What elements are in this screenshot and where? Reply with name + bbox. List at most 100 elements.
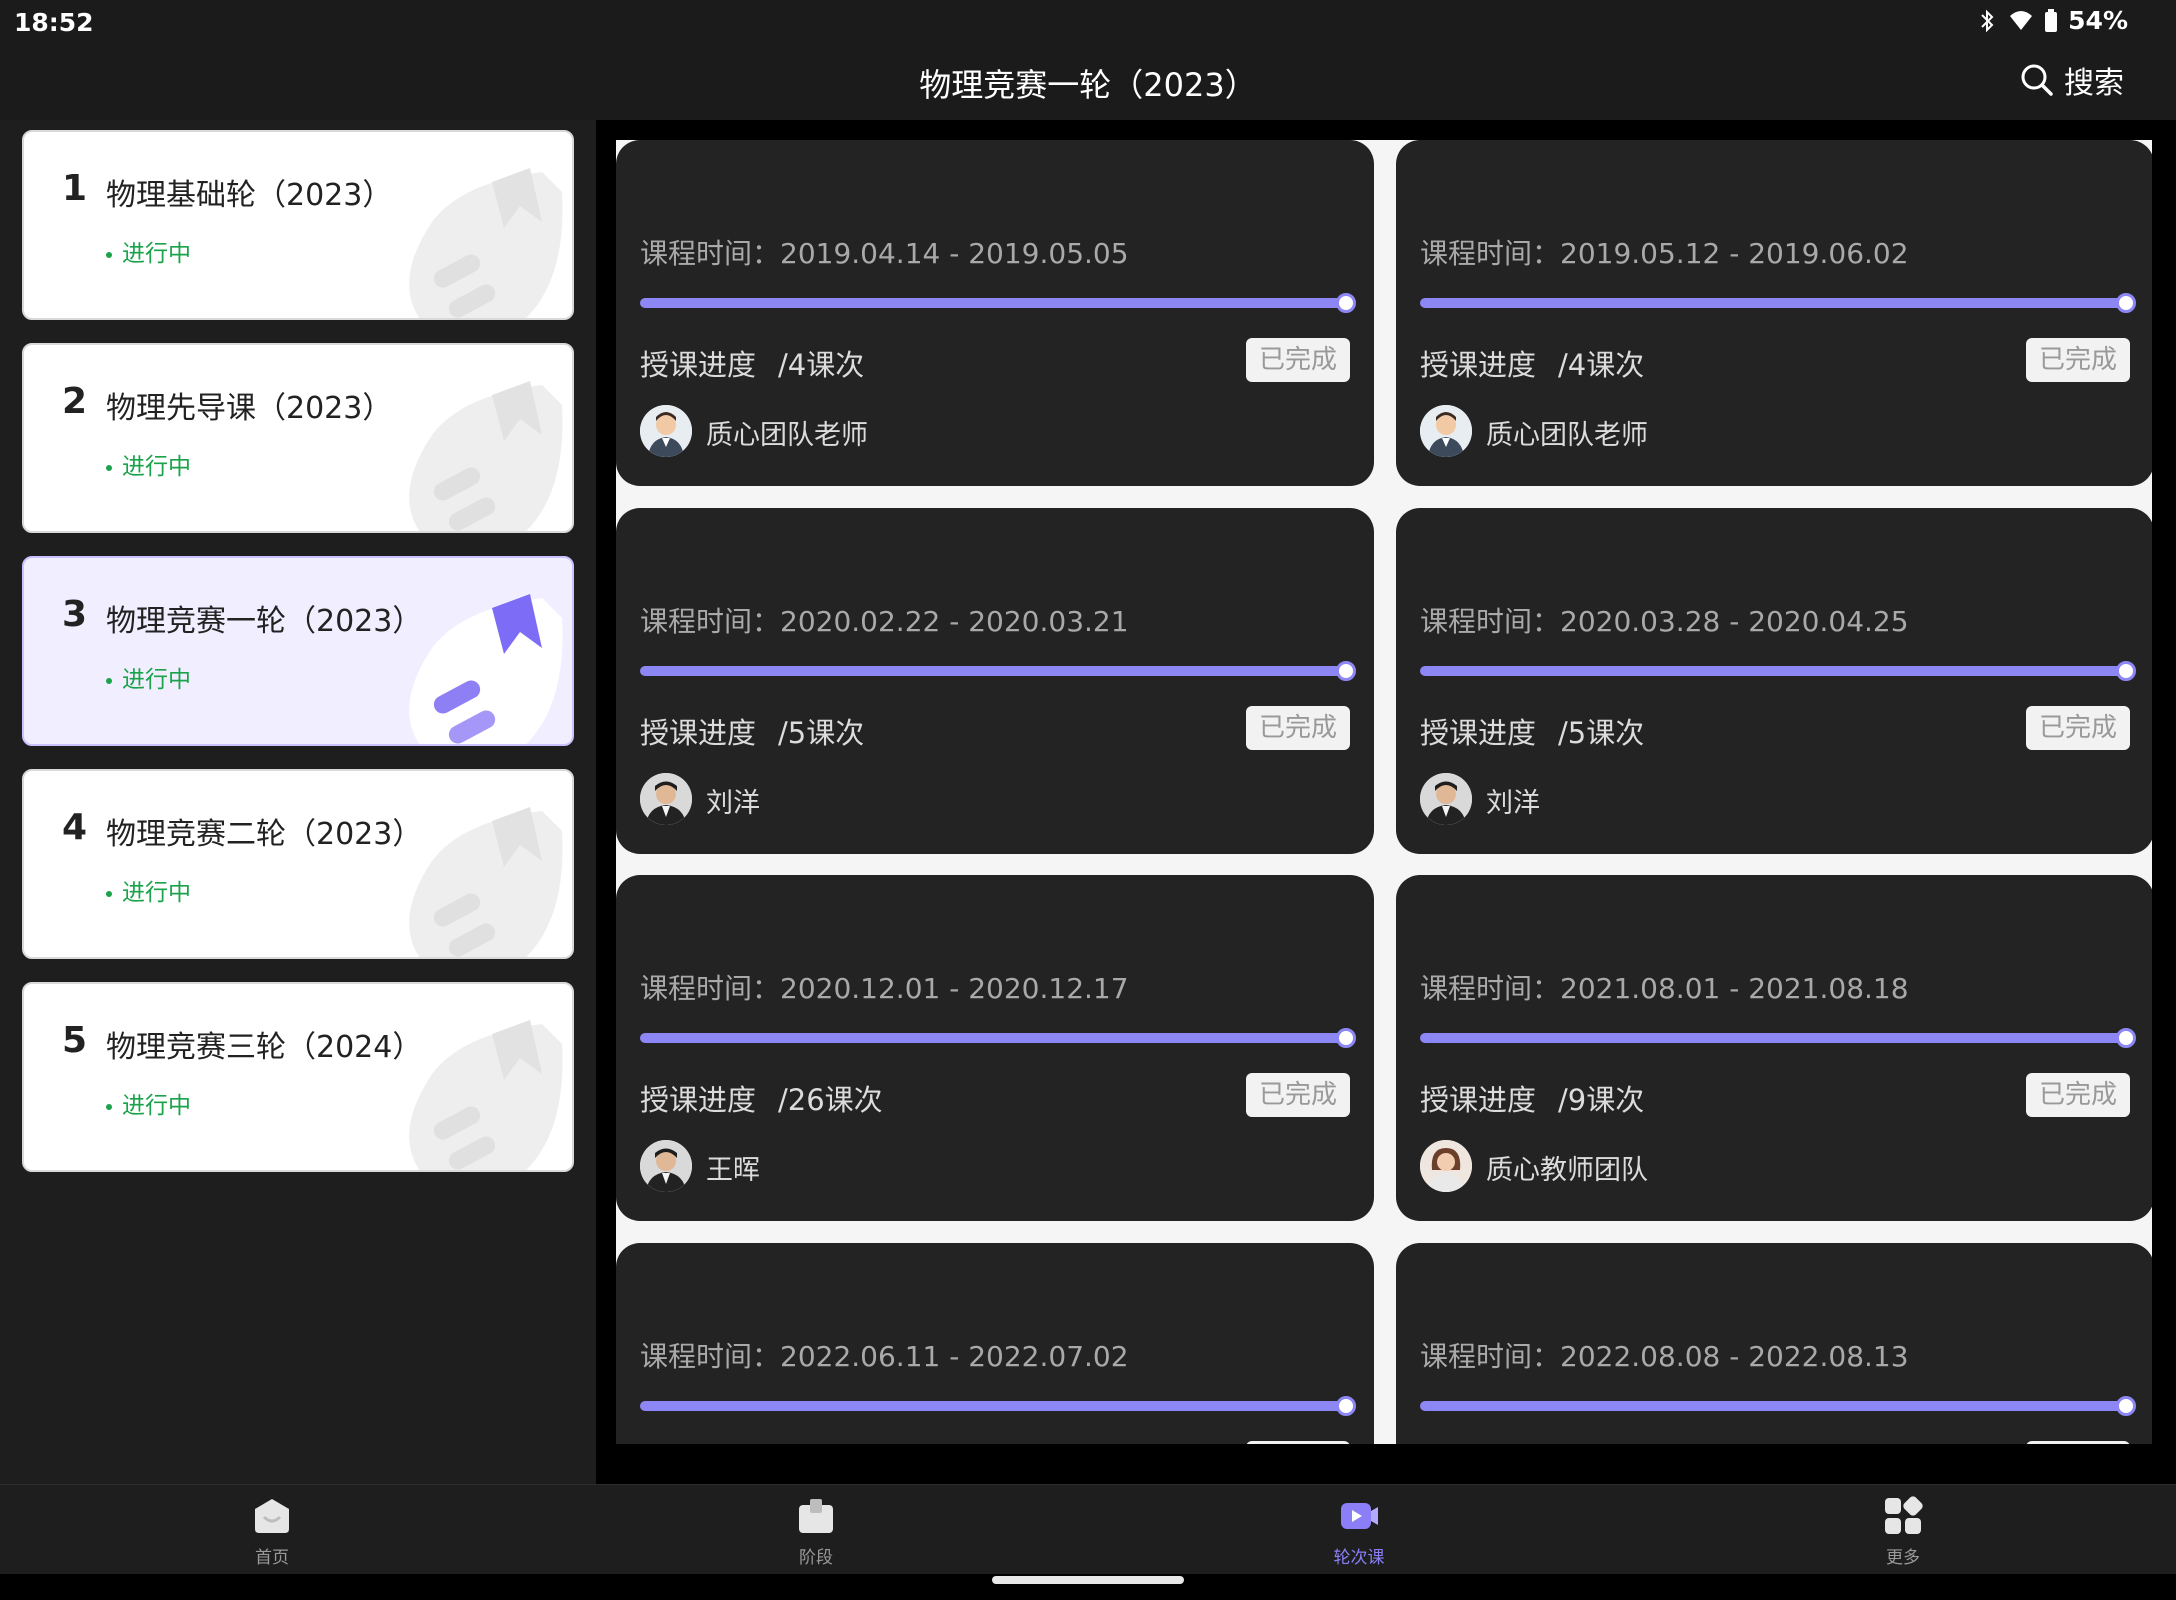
stage-name: 物理竞赛二轮（2023）	[106, 817, 423, 852]
progress-bar	[1420, 298, 2126, 308]
gesture-handle[interactable]	[992, 1576, 1184, 1584]
course-time: 课程时间：2021.08.01 - 2021.08.18	[1420, 972, 1909, 1005]
course-card[interactable]: 课程时间：2022.08.08 - 2022.08.13授课进度/6课次已完成	[1396, 1243, 2152, 1444]
progress-label: 授课进度	[640, 716, 757, 750]
completed-badge: 已完成	[2026, 706, 2130, 750]
course-time: 课程时间：2020.12.01 - 2020.12.17	[640, 972, 1129, 1005]
course-card[interactable]: 课程时间：2019.05.12 - 2019.06.02 授课进度/4课次 已完成质…	[1396, 140, 2152, 486]
stage-number: 1	[62, 168, 88, 209]
round-course-icon	[1341, 1503, 1378, 1529]
wifi-icon	[2010, 10, 2033, 30]
nav-more[interactable]: 更多	[1843, 1495, 1963, 1568]
stage-item-2[interactable]: 2 物理先导课（2023） 进行中	[22, 343, 574, 533]
nav-home[interactable]: 首页	[212, 1495, 332, 1568]
stage-item-4[interactable]: 4 物理竞赛二轮（2023） 进行中	[22, 769, 574, 959]
course-time: 课程时间：2019.04.14 - 2019.05.05	[640, 237, 1129, 270]
course-card[interactable]: 课程时间：2019.04.14 - 2019.05.05 授课进度/4课次 已完成质…	[616, 140, 1374, 486]
teacher-avatar	[1420, 1140, 1472, 1192]
course-card[interactable]: 课程时间：2020.12.01 - 2020.12.17 授课进度/26课次 已完成…	[616, 875, 1374, 1221]
progress-bar	[640, 298, 1346, 308]
teacher-name: 质心教师团队	[1486, 1155, 1648, 1186]
course-card[interactable]: 课程时间：2022.06.11 - 2022.07.02授课进度/4课次已完成	[616, 1243, 1374, 1444]
teacher-name: 质心团队老师	[1486, 420, 1648, 451]
teacher-avatar	[1420, 773, 1472, 825]
teacher-name: 刘洋	[1486, 788, 1540, 819]
app-root: 18:52 54% 物理竞赛一轮（2023） 搜索 1 物理基础轮（2023） …	[0, 0, 2176, 1600]
status-icons: 54%	[1976, 6, 2128, 35]
teacher-name: 质心团队老师	[706, 420, 868, 451]
search-label: 搜索	[2064, 66, 2124, 101]
stage-icon	[799, 1499, 833, 1533]
course-card[interactable]: 课程时间：2021.08.01 - 2021.08.18 授课进度/9课次 已完成质…	[1396, 875, 2152, 1221]
lesson-count: /4课次	[1558, 348, 1645, 382]
stage-item-5[interactable]: 5 物理竞赛三轮（2024） 进行中	[22, 982, 574, 1172]
lesson-count: /5课次	[1558, 716, 1645, 750]
stage-status: 进行中	[106, 1086, 191, 1120]
more-icon	[1885, 1496, 1923, 1534]
lesson-count: /9课次	[1558, 1083, 1645, 1117]
search-icon	[2021, 64, 2053, 96]
completed-badge: 已完成	[1246, 1073, 1350, 1117]
search-button[interactable]: 搜索	[2020, 58, 2124, 102]
teacher-avatar	[640, 1140, 692, 1192]
stage-status: 进行中	[106, 447, 191, 481]
bookmark-deco-icon	[409, 594, 563, 744]
completed-badge: 已完成	[2026, 1073, 2130, 1117]
course-card[interactable]: 课程时间：2020.02.22 - 2020.03.21 授课进度/5课次 已完成刘…	[616, 508, 1374, 854]
course-time: 课程时间：2022.08.08 - 2022.08.13	[1420, 1340, 1909, 1373]
progress-bar	[640, 1033, 1346, 1043]
completed-badge: 已完成	[2026, 1441, 2130, 1444]
course-time: 课程时间：2020.02.22 - 2020.03.21	[640, 605, 1129, 638]
progress-label: 授课进度	[1420, 348, 1537, 382]
progress-label: 授课进度	[1420, 1083, 1537, 1117]
bottom-navigation: 首页 阶段 轮次课 更多	[0, 1484, 2176, 1574]
progress-knob	[2116, 661, 2136, 681]
stage-status: 进行中	[106, 873, 191, 907]
top-header: 物理竞赛一轮（2023） 搜索	[0, 44, 2176, 120]
stage-name: 物理竞赛一轮（2023）	[106, 604, 423, 639]
stage-name: 物理先导课（2023）	[106, 391, 393, 426]
stage-number: 3	[62, 594, 88, 635]
lesson-count: /26课次	[778, 1083, 883, 1117]
battery-icon	[2045, 8, 2058, 32]
stage-sidebar: 1 物理基础轮（2023） 进行中 2 物理先导课（2023） 进行中 3 物理…	[0, 120, 596, 1484]
progress-bar	[640, 1401, 1346, 1411]
completed-badge: 已完成	[1246, 706, 1350, 750]
stage-name: 物理竞赛三轮（2024）	[106, 1030, 423, 1065]
progress-knob	[1336, 1028, 1356, 1048]
nav-label: 轮次课	[1333, 1548, 1385, 1568]
course-content: 课程时间：2019.04.14 - 2019.05.05 授课进度/4课次 已完成质…	[596, 120, 2176, 1484]
nav-round-course[interactable]: 轮次课	[1299, 1495, 1419, 1568]
stage-item-1[interactable]: 1 物理基础轮（2023） 进行中	[22, 130, 574, 320]
nav-stage[interactable]: 阶段	[756, 1495, 876, 1568]
course-time: 课程时间：2022.06.11 - 2022.07.02	[640, 1340, 1129, 1373]
completed-badge: 已完成	[1246, 338, 1350, 382]
course-time: 课程时间：2019.05.12 - 2019.06.02	[1420, 237, 1909, 270]
stage-number: 5	[62, 1020, 88, 1061]
progress-bar	[640, 666, 1346, 676]
lesson-count: /4课次	[778, 348, 865, 382]
stage-number: 2	[62, 381, 88, 422]
progress-bar	[1420, 666, 2126, 676]
progress-knob	[1336, 661, 1356, 681]
bookmark-deco-icon	[409, 381, 563, 531]
lesson-count: /5课次	[778, 716, 865, 750]
progress-knob	[1336, 293, 1356, 313]
progress-bar	[1420, 1401, 2126, 1411]
stage-item-3[interactable]: 3 物理竞赛一轮（2023） 进行中	[22, 556, 574, 746]
stage-status: 进行中	[106, 234, 191, 268]
progress-knob	[1336, 1396, 1356, 1416]
bluetooth-icon	[1981, 9, 1994, 32]
status-bar: 18:52 54%	[0, 0, 2176, 44]
course-card[interactable]: 课程时间：2020.03.28 - 2020.04.25 授课进度/5课次 已完成刘…	[1396, 508, 2152, 854]
stage-number: 4	[62, 807, 88, 848]
bookmark-deco-icon	[409, 1020, 563, 1170]
progress-label: 授课进度	[640, 1083, 757, 1117]
progress-knob	[2116, 1396, 2136, 1416]
page-title: 物理竞赛一轮（2023）	[919, 66, 1257, 104]
teacher-name: 王晖	[706, 1155, 760, 1186]
course-grid[interactable]: 课程时间：2019.04.14 - 2019.05.05 授课进度/4课次 已完成质…	[616, 140, 2152, 1444]
bookmark-deco-icon	[409, 807, 563, 957]
battery-percent: 54%	[2068, 6, 2128, 35]
nav-label: 首页	[255, 1548, 289, 1568]
